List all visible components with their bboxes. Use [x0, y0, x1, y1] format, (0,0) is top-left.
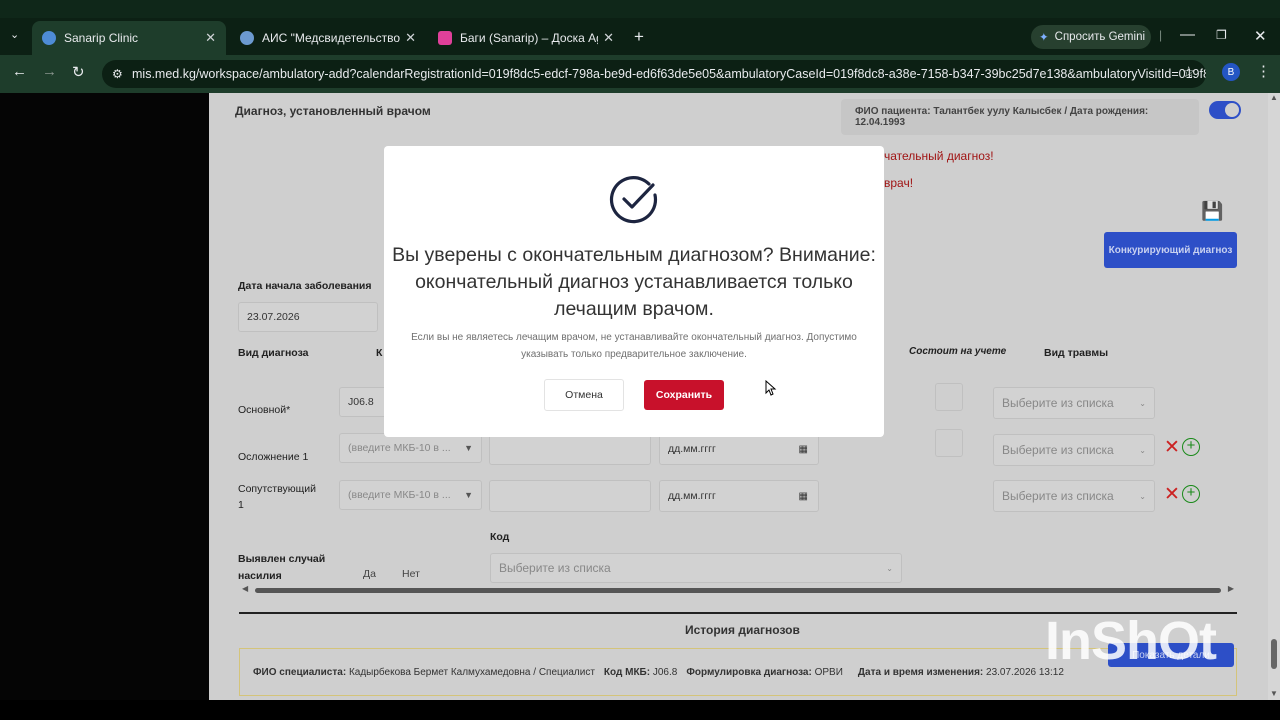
- tab-ais-medsvidetelstvo[interactable]: АИС "Медсвидетельство" ✕: [230, 23, 426, 53]
- close-window-icon[interactable]: ✕: [1254, 27, 1267, 45]
- concomitant-text-input[interactable]: [489, 480, 651, 512]
- code-select[interactable]: Выберите из списка ⌄: [490, 553, 902, 583]
- scroll-down-icon[interactable]: ▼: [1270, 689, 1278, 698]
- registered-checkbox-complication[interactable]: [935, 429, 963, 457]
- add-row-icon[interactable]: +: [1182, 485, 1200, 503]
- violence-label: Выявлен случай насилия: [238, 553, 326, 582]
- minimize-icon[interactable]: —: [1180, 26, 1195, 43]
- mouse-cursor-icon: [765, 380, 777, 396]
- confirm-final-diagnosis-dialog: Вы уверены с окончательным диагнозом? Вн…: [384, 146, 884, 437]
- chevron-down-icon: ⌄: [1139, 445, 1146, 455]
- concomitant-mkb-input[interactable]: (введите МКБ-10 в ... ▼: [339, 480, 482, 510]
- concomitant-date-input[interactable]: дд.мм.гггг ▦: [659, 480, 819, 512]
- history-title: История диагнозов: [685, 623, 800, 637]
- restore-icon[interactable]: ❐: [1216, 28, 1227, 42]
- tab-search-icon[interactable]: ⌄: [10, 28, 19, 41]
- left-sidebar: [0, 93, 209, 700]
- col-registered: Состоит на учете: [909, 346, 1007, 357]
- col-trauma: Вид травмы: [1044, 347, 1109, 359]
- col-diagnosis-type: Вид диагноза: [238, 347, 309, 359]
- section-title: Диагноз, установленный врачом: [235, 104, 431, 118]
- bookmark-star-icon[interactable]: ☆: [1182, 63, 1195, 81]
- profile-avatar[interactable]: B: [1222, 63, 1240, 81]
- chevron-down-icon: ⌄: [1139, 491, 1146, 501]
- ask-gemini-button[interactable]: ✦ Спросить Gemini: [1031, 25, 1151, 49]
- row-complication-label: Осложнение 1: [238, 451, 309, 463]
- scroll-right-icon[interactable]: ▶: [1228, 584, 1234, 593]
- complication-mkb-input[interactable]: (введите МКБ-10 в ... ▼: [339, 433, 482, 463]
- menu-kebab-icon[interactable]: ⋮: [1256, 62, 1271, 80]
- globe-icon: [240, 31, 254, 45]
- scroll-thumb[interactable]: [255, 588, 1221, 593]
- row-main-label: Основной*: [238, 404, 291, 416]
- trauma-select-concomitant[interactable]: Выберите из списка ⌄: [993, 480, 1155, 512]
- chevron-down-icon: ⌄: [1139, 398, 1146, 408]
- scroll-thumb[interactable]: [1271, 639, 1277, 669]
- onset-date-field[interactable]: 23.07.2026: [238, 302, 378, 332]
- row-concomitant-label: Сопутствующий 1: [238, 483, 316, 511]
- dialog-subtitle: Если вы не являетесь лечащим врачом, не …: [411, 332, 857, 360]
- tab-bugs-board[interactable]: Баги (Sanarip) – Доска Agile Yo ✕: [428, 23, 624, 53]
- save-icon[interactable]: 💾: [1201, 201, 1223, 222]
- close-tab-icon[interactable]: ✕: [405, 30, 416, 46]
- gemini-icon: ✦: [1039, 32, 1049, 44]
- complication-date-input[interactable]: дд.мм.гггг ▦: [659, 433, 819, 465]
- patient-info: ФИО пациента: Талантбек уулу Калысбек / …: [841, 99, 1199, 135]
- violence-yes[interactable]: Да: [363, 568, 376, 580]
- check-circle-icon: [609, 176, 658, 224]
- remove-row-icon[interactable]: ✕: [1164, 483, 1180, 506]
- warning-final-diagnosis: чательный диагноз!: [884, 149, 994, 163]
- close-tab-icon[interactable]: ✕: [205, 30, 216, 46]
- inshot-watermark: InShOt: [1045, 611, 1217, 671]
- trauma-select-main[interactable]: Выберите из списка ⌄: [993, 387, 1155, 419]
- trauma-select-complication[interactable]: Выберите из списка ⌄: [993, 434, 1155, 466]
- divider: |: [1159, 28, 1163, 42]
- dropdown-arrow-icon: ▼: [464, 443, 473, 453]
- browser-chrome: ⌄ Sanarip Clinic ✕ АИС "Медсвидетельство…: [0, 0, 1280, 93]
- globe-icon: [42, 31, 56, 45]
- save-button[interactable]: Сохранить: [644, 380, 724, 410]
- jira-icon: [438, 31, 452, 45]
- remove-row-icon[interactable]: ✕: [1164, 436, 1180, 459]
- calendar-icon[interactable]: ▦: [799, 444, 808, 455]
- registered-checkbox-main[interactable]: [935, 383, 963, 411]
- reload-icon[interactable]: ↻: [72, 63, 85, 81]
- competing-diagnosis-button[interactable]: Конкурирующий диагноз: [1104, 232, 1237, 268]
- horizontal-scrollbar[interactable]: ◀ ▶: [239, 584, 1237, 594]
- chevron-down-icon: ⌄: [886, 563, 893, 573]
- toggle-switch[interactable]: [1209, 101, 1241, 119]
- new-tab-icon[interactable]: +: [634, 27, 644, 47]
- cancel-button[interactable]: Отмена: [544, 379, 624, 411]
- forward-icon[interactable]: →: [42, 63, 57, 80]
- warning-doctor: врач!: [884, 176, 914, 190]
- tab-sanarip-clinic[interactable]: Sanarip Clinic ✕: [32, 21, 226, 55]
- onset-label: Дата начала заболевания: [238, 280, 372, 292]
- col-k: К: [376, 347, 383, 359]
- site-info-icon[interactable]: ⚙: [112, 67, 123, 81]
- taskbar: [0, 700, 1280, 720]
- violence-no[interactable]: Нет: [402, 568, 420, 580]
- close-tab-icon[interactable]: ✕: [603, 30, 614, 46]
- scroll-left-icon[interactable]: ◀: [242, 584, 248, 593]
- address-bar[interactable]: ⚙ mis.med.kg/workspace/ambulatory-add?ca…: [102, 60, 1206, 88]
- complication-text-input[interactable]: [489, 433, 651, 465]
- calendar-icon[interactable]: ▦: [799, 491, 808, 502]
- code-label: Код: [490, 531, 510, 543]
- add-row-icon[interactable]: +: [1182, 438, 1200, 456]
- dropdown-arrow-icon: ▼: [464, 490, 473, 500]
- back-icon[interactable]: ←: [12, 63, 27, 80]
- scroll-up-icon[interactable]: ▲: [1270, 93, 1278, 102]
- dialog-title: Вы уверены с окончательным диагнозом? Вн…: [392, 244, 876, 320]
- page-scrollbar[interactable]: ▲ ▼: [1268, 93, 1280, 700]
